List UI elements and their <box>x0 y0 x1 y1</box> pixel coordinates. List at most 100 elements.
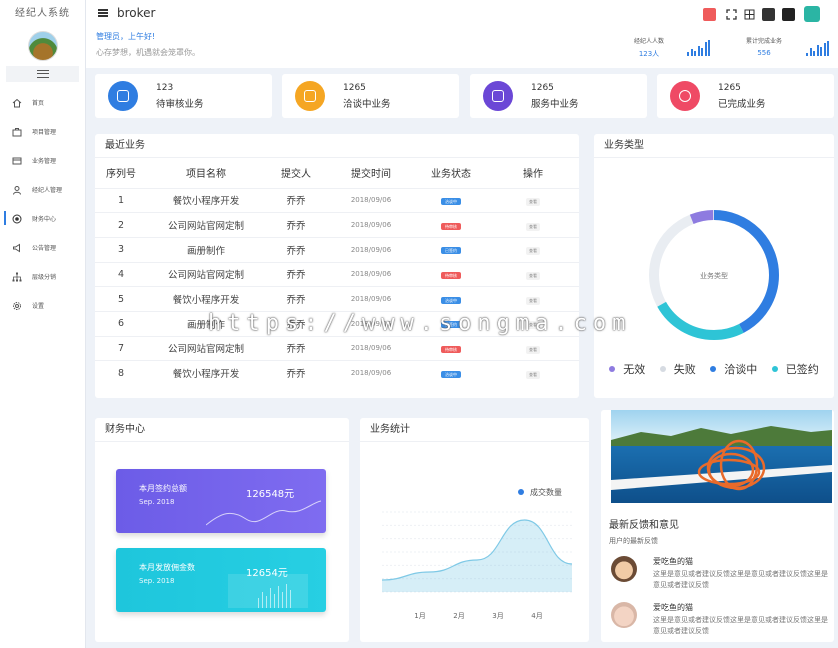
status-badge: 已签约 <box>441 247 461 255</box>
summary-number: 1265 <box>343 82 366 93</box>
feedback-user-name: 爱吃鱼的猫 <box>653 557 693 566</box>
row-date: 2018/09/06 <box>327 261 415 287</box>
mail-icon[interactable] <box>782 8 795 21</box>
feedback-title: 最新反馈和意见 <box>609 520 679 531</box>
sitemap-icon <box>12 272 22 281</box>
sidebar-item-label: 财务中心 <box>32 216 57 223</box>
row-date: 2018/09/06 <box>327 236 415 263</box>
greeting-text: 管理员，上午好! <box>96 32 156 41</box>
grid-icon[interactable] <box>743 8 756 21</box>
menu-toggle-button[interactable] <box>6 66 79 82</box>
sidebar-item-brokers[interactable]: 经纪人管理 <box>0 175 85 204</box>
row-submitter: 乔乔 <box>265 187 327 213</box>
finance-card-commission[interactable]: 本月发放佣金数 Sep. 2018 12654元 <box>116 548 326 612</box>
sidebar-item-home[interactable]: 首页 <box>0 88 85 117</box>
stat-brokers: 经纪人人数 123人 <box>634 36 664 59</box>
row-project-name: 公司网站官网定制 <box>147 212 265 238</box>
sidebar-item-label: 设置 <box>32 303 45 310</box>
row-action: 查看 <box>487 286 579 312</box>
row-date: 2018/09/06 <box>327 187 415 213</box>
col-header: 提交人 <box>281 169 311 181</box>
sidebar-item-distribution[interactable]: 层级分销 <box>0 262 85 291</box>
table-row[interactable]: 2 公司网站官网定制 乔乔 2018/09/06 待审核 查看 <box>95 212 579 238</box>
summary-card-in-service[interactable]: 1265 服务中业务 <box>470 74 647 118</box>
table-row[interactable]: 4 公司网站官网定制 乔乔 2018/09/06 待审核 查看 <box>95 261 579 287</box>
megaphone-icon <box>13 243 20 252</box>
feedback-text: 这里是意见或者建议反馈这里是意见或者建议反馈这里是意见或者建议反馈 <box>653 570 828 589</box>
star-icon <box>483 81 513 111</box>
row-project-name: 画册制作 <box>147 236 265 263</box>
row-id: 5 <box>95 286 147 312</box>
donut-center-label: 业务类型 <box>700 271 728 280</box>
sidebar-item-label: 公告管理 <box>32 245 57 252</box>
legend-label: 无效 <box>623 363 646 376</box>
legend-negotiating[interactable]: 洽谈中 <box>710 361 757 377</box>
view-button[interactable]: 查看 <box>526 247 540 256</box>
view-button[interactable]: 查看 <box>526 222 540 231</box>
summary-card-negotiating[interactable]: 1265 洽谈中业务 <box>282 74 459 118</box>
row-id: 8 <box>95 360 147 386</box>
avatar <box>611 556 637 582</box>
summary-card-completed[interactable]: 1265 已完成业务 <box>657 74 834 118</box>
sidebar-item-label: 层级分销 <box>32 274 57 281</box>
business-stats-title: 业务统计 <box>360 418 589 442</box>
sidebar-item-business[interactable]: 业务管理 <box>0 146 85 175</box>
table-row[interactable]: 7 公司网站官网定制 乔乔 2018/09/06 待审核 查看 <box>95 335 579 361</box>
finance-card-title: 本月签约总额 <box>139 484 187 493</box>
sidebar-item-projects[interactable]: 项目管理 <box>0 117 85 146</box>
row-id: 4 <box>95 261 147 287</box>
legend-failed[interactable]: 失败 <box>659 361 696 377</box>
summary-card-pending[interactable]: 123 待审核业务 <box>95 74 272 118</box>
row-status: 待审核 <box>415 212 487 238</box>
col-header: 提交时间 <box>351 169 391 181</box>
translate-icon[interactable] <box>762 8 775 21</box>
sidebar-item-announcements[interactable]: 公告管理 <box>0 233 85 262</box>
avatar[interactable] <box>27 31 58 61</box>
view-button[interactable]: 查看 <box>526 271 540 280</box>
finance-card-date: Sep. 2018 <box>139 498 175 506</box>
header: broker 管理员，上午好! 心存梦想，机遇就会笼罩你。 经纪人人数 123人… <box>86 0 838 68</box>
legend-invalid[interactable]: 无效 <box>609 361 645 377</box>
finance-bar-spark <box>228 574 308 608</box>
table-row[interactable]: 1 餐饮小程序开发 乔乔 2018/09/06 洽谈中 查看 <box>95 187 579 213</box>
user-avatar-icon[interactable] <box>804 6 820 22</box>
business-stats-chart: 成交数量 1月 2月 3月 4月 <box>381 487 573 620</box>
summary-label: 待审核业务 <box>156 98 204 110</box>
feedback-subtitle: 用户的最新反馈 <box>609 537 658 545</box>
row-action: 查看 <box>487 187 579 213</box>
table-row[interactable]: 8 餐饮小程序开发 乔乔 2018/09/06 洽谈中 查看 <box>95 360 579 386</box>
col-header: 序列号 <box>106 169 136 181</box>
document-icon <box>108 81 138 111</box>
check-icon <box>670 81 700 111</box>
legend-label: 洽谈中 <box>724 363 758 376</box>
feedback-photo <box>611 410 832 503</box>
sidebar-item-finance[interactable]: 财务中心 <box>0 204 85 233</box>
legend-signed[interactable]: 已签约 <box>771 361 819 377</box>
row-submitter: 乔乔 <box>265 212 327 238</box>
view-button[interactable]: 查看 <box>526 296 540 305</box>
view-button[interactable]: 查看 <box>526 345 540 354</box>
stat-brokers-label: 经纪人人数 <box>634 38 665 45</box>
x-tick-label: 4月 <box>531 612 542 620</box>
list-icon[interactable] <box>98 9 108 17</box>
briefcase-icon <box>12 127 22 136</box>
table-row[interactable]: 3 画册制作 乔乔 2018/09/06 已签约 查看 <box>95 236 579 263</box>
row-status: 已签约 <box>415 236 487 263</box>
page-title: broker <box>117 6 156 20</box>
view-button[interactable]: 查看 <box>526 370 540 379</box>
row-status: 洽谈中 <box>415 360 487 386</box>
sidebar-item-settings[interactable]: 设置 <box>0 291 85 320</box>
sidebar: 经纪人系统 首页 项目管理 业务管理 经纪人管理 财务中心 公告管理 层级分销 … <box>0 0 86 648</box>
fullscreen-icon[interactable] <box>725 8 738 21</box>
flag-icon[interactable] <box>703 8 716 21</box>
legend-label: 成交数量 <box>530 487 562 497</box>
motto-text: 心存梦想，机遇就会笼罩你。 <box>96 48 200 57</box>
status-badge: 待审核 <box>441 271 461 279</box>
stat-brokers-value: 123人 <box>638 50 660 58</box>
business-type-legend: 无效 失败 洽谈中 已签约 <box>594 361 834 377</box>
table-row[interactable]: 5 餐饮小程序开发 乔乔 2018/09/06 洽谈中 查看 <box>95 286 579 312</box>
view-button[interactable]: 查看 <box>526 197 540 206</box>
finance-card-signed-total[interactable]: 本月签约总额 Sep. 2018 126548元 <box>116 469 326 533</box>
row-submitter: 乔乔 <box>265 360 327 386</box>
row-status: 待审核 <box>415 261 487 287</box>
